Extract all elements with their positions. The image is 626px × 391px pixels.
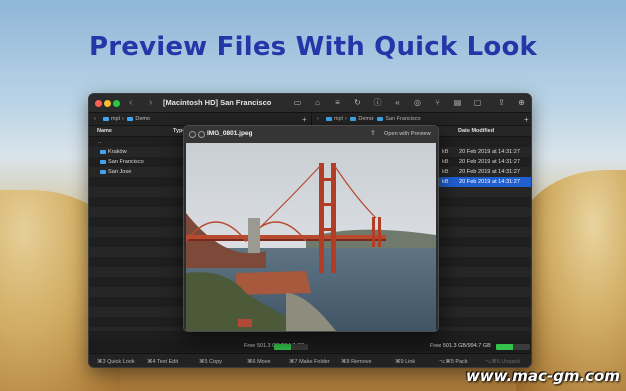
folder-icon: [100, 169, 106, 174]
disk-usage-bar-left: [274, 344, 308, 350]
git-icon[interactable]: ⑂: [433, 98, 442, 107]
window-title: [Macintosh HD] San Francisco: [163, 98, 272, 107]
minimize-window-button[interactable]: [104, 100, 111, 107]
quick-look-panel: IMG_0801.jpeg ⇪ Open with Preview: [183, 125, 439, 332]
column-date-modified[interactable]: Date Modified: [458, 126, 494, 137]
pack-button[interactable]: ⌥⌘5 Pack: [439, 354, 468, 367]
copy-button[interactable]: ⌘5 Copy: [199, 354, 222, 367]
free-space-right: Free 501.3 GB/994.7 GB: [430, 343, 491, 349]
remove-button[interactable]: ⌘8 Remove: [341, 354, 372, 367]
folder-icon: [127, 116, 134, 121]
back-arrow-icon[interactable]: ‹: [129, 97, 132, 108]
quick-look-button[interactable]: ⌘3 Quick Look: [97, 354, 135, 367]
site-watermark: www.mac-gm.com: [465, 367, 620, 385]
marketing-headline: Preview Files With Quick Look: [88, 32, 538, 62]
display-icon[interactable]: ▭: [293, 98, 302, 107]
folder-icon: [377, 116, 384, 121]
folder-icon: [100, 159, 106, 164]
make-folder-button[interactable]: ⌘7 Make Folder: [289, 354, 330, 367]
home-icon[interactable]: ⌂: [313, 98, 322, 107]
disk-usage-bar-right: [496, 344, 530, 350]
folder-icon: [100, 149, 106, 154]
folder-icon: [350, 116, 357, 121]
refresh-icon[interactable]: ↻: [353, 98, 362, 107]
column-name[interactable]: Name: [97, 126, 112, 137]
rewind-icon[interactable]: «: [393, 98, 402, 107]
forward-arrow-icon[interactable]: ›: [149, 97, 152, 108]
add-tab-icon[interactable]: +: [524, 113, 529, 126]
disk-usage-fill-right: [496, 344, 513, 350]
zoom-window-button[interactable]: [113, 100, 120, 107]
text-edit-button[interactable]: ⌘4 Text Edit: [147, 354, 178, 367]
function-key-bar: ⌘3 Quick Look ⌘4 Text Edit ⌘5 Copy ⌘6 Mo…: [89, 353, 531, 367]
unpack-button: ⌥⌘6 Unpack: [485, 359, 521, 365]
breadcrumb-mpl[interactable]: mpl: [101, 113, 120, 126]
desert-dune-right: [516, 170, 626, 391]
status-bar: Free 501.3 GB/994.7 GB Free 501.3 GB/994…: [89, 341, 531, 352]
share-icon[interactable]: ⇪: [370, 129, 376, 137]
quick-look-filename: IMG_0801.jpeg: [207, 130, 253, 137]
chevron-right-icon: ›: [94, 116, 96, 122]
share-icon[interactable]: ⇪: [497, 98, 506, 107]
quick-look-titlebar: IMG_0801.jpeg ⇪ Open with Preview: [184, 126, 438, 143]
link-button[interactable]: ⌘9 Link: [395, 354, 415, 367]
square-icon[interactable]: ▢: [473, 98, 482, 107]
close-window-button[interactable]: [95, 100, 102, 107]
breadcrumb-demo[interactable]: › Demo: [122, 113, 150, 126]
move-button[interactable]: ⌘6 Move: [247, 354, 271, 367]
titlebar: ‹ › [Macintosh HD] San Francisco ▭ ⌂ ≡ ↻…: [89, 94, 531, 113]
list-icon[interactable]: ≡: [333, 98, 342, 107]
open-with-preview-button[interactable]: Open with Preview: [384, 131, 431, 137]
panel-icon[interactable]: ▤: [453, 98, 462, 107]
download-icon[interactable]: ⊕: [517, 98, 526, 107]
info-icon[interactable]: ⓘ: [373, 98, 382, 107]
close-quick-look-icon[interactable]: [189, 131, 196, 138]
disk-usage-fill-left: [274, 344, 291, 350]
folder-icon: [103, 116, 109, 121]
folder-icon: [326, 116, 332, 121]
golden-gate-bridge-photo: [186, 143, 436, 331]
globe-icon[interactable]: ◎: [413, 98, 422, 107]
fullscreen-quick-look-icon[interactable]: [198, 131, 205, 138]
